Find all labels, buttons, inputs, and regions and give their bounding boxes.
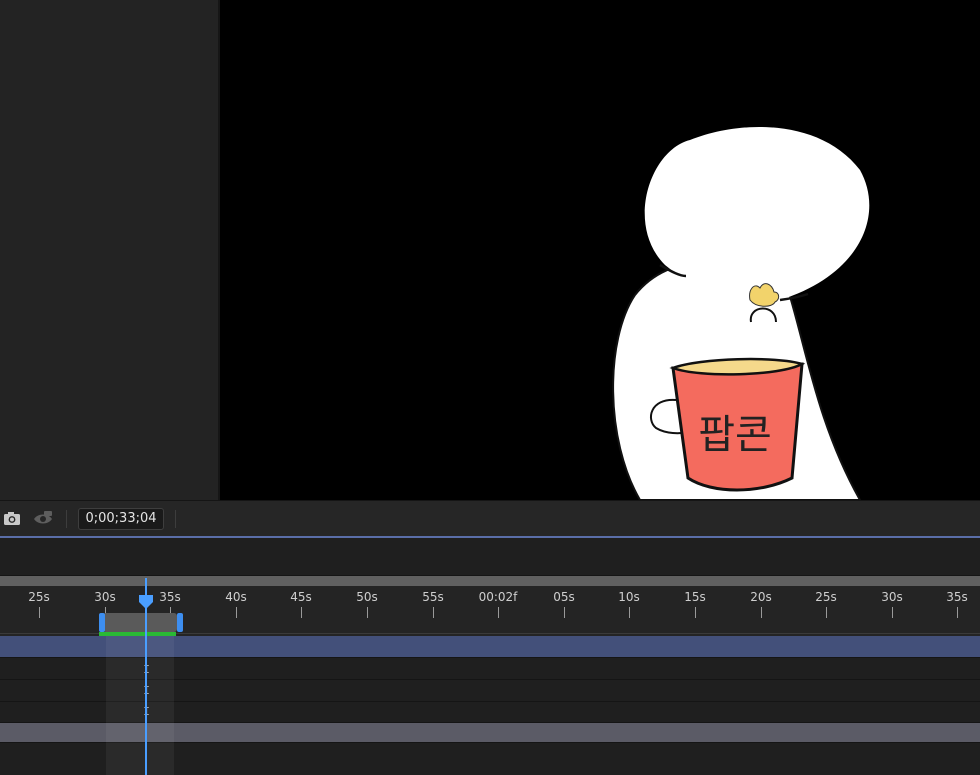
work-area-end-handle[interactable] <box>177 613 183 632</box>
ruler-tick-mark <box>564 607 565 618</box>
layer-track-selected[interactable] <box>0 636 980 658</box>
toolbar-separator <box>175 510 176 528</box>
toolbar-separator <box>66 510 67 528</box>
work-area-start-handle[interactable] <box>99 613 105 632</box>
ruler-tick-mark <box>433 607 434 618</box>
ruler-tick-label: 35s <box>946 590 968 604</box>
current-time-display[interactable]: 0;00;33;04 <box>78 508 164 530</box>
work-area-bar[interactable] <box>103 613 177 632</box>
layer-track-bar[interactable] <box>0 723 980 743</box>
ruler-tick-mark <box>761 607 762 618</box>
keyframe-marker[interactable]: I <box>142 706 151 718</box>
playhead-handle[interactable] <box>138 594 154 610</box>
ruler-tick-label: 25s <box>815 590 837 604</box>
viewer-canvas: 팝콘 <box>612 126 870 500</box>
ruler-tick-mark <box>301 607 302 618</box>
ruler-tick-label: 50s <box>356 590 378 604</box>
ruler-tick-label: 45s <box>290 590 312 604</box>
ruler-tick-label: 55s <box>422 590 444 604</box>
camera-icon[interactable] <box>2 509 24 529</box>
ruler-tick-mark <box>367 607 368 618</box>
ruler-tick-mark <box>826 607 827 618</box>
popcorn-cup: 팝콘 <box>669 357 806 492</box>
composition-viewer[interactable]: 팝콘 <box>220 0 980 500</box>
layer-track[interactable] <box>0 743 980 775</box>
keyframe-marker[interactable]: I <box>142 664 151 676</box>
ruler-tick-label: 25s <box>28 590 50 604</box>
ruler-tick-label: 30s <box>94 590 116 604</box>
ruler-tick-mark <box>629 607 630 618</box>
ruler-tick-mark <box>236 607 237 618</box>
ruler-tick-label: 15s <box>684 590 706 604</box>
eye-snapshot-icon[interactable] <box>32 509 54 529</box>
project-panel <box>0 0 218 500</box>
ruler-tick-mark <box>498 607 499 618</box>
ruler-tick-mark <box>39 607 40 618</box>
timeline-header <box>0 538 980 576</box>
ruler-tick-mark <box>892 607 893 618</box>
ruler-tick-mark <box>695 607 696 618</box>
ruler-tick-label: 40s <box>225 590 247 604</box>
keyframe-marker[interactable]: I <box>142 685 151 697</box>
viewer-toolbar: 0;00;33;04 <box>0 500 980 536</box>
ruler-tick-label: 35s <box>159 590 181 604</box>
ruler-tick-label: 20s <box>750 590 772 604</box>
time-navigator-bar[interactable] <box>0 576 980 586</box>
ruler-tick-label: 30s <box>881 590 903 604</box>
ruler-tick-label: 00:02f <box>478 590 518 604</box>
popcorn-cup-label: 팝콘 <box>698 412 772 458</box>
app-window: 팝콘 0;00;33;04 25s30s35s40s45s50s55 <box>0 0 980 775</box>
ruler-tick-mark <box>957 607 958 618</box>
ruler-tick-label: 10s <box>618 590 640 604</box>
ruler-tick-label: 05s <box>553 590 575 604</box>
